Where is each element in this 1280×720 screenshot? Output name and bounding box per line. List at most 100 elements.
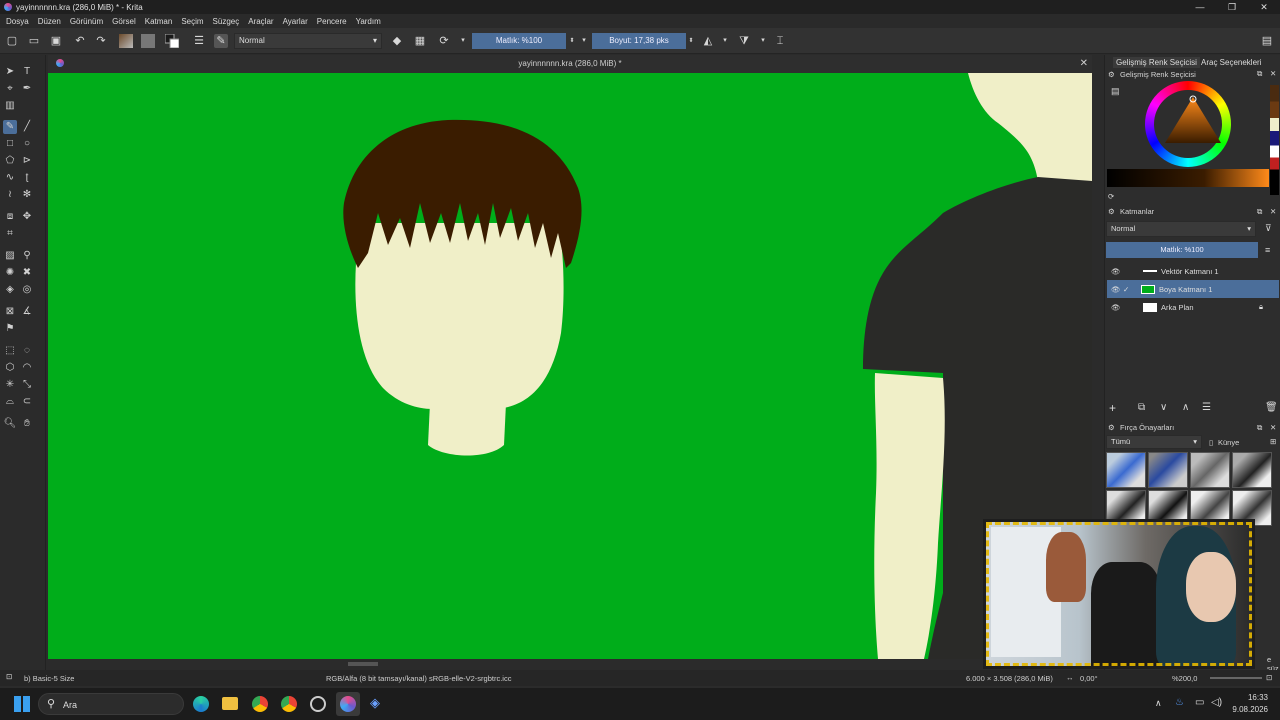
redo-icon[interactable]: ↷ <box>94 34 108 48</box>
smart-patch-icon[interactable]: ✖ <box>20 266 34 280</box>
polyline-tool-icon[interactable]: ⊳ <box>20 154 34 168</box>
close-window-button[interactable]: ✕ <box>1248 0 1280 14</box>
workspace-icon[interactable]: ▤ <box>1260 34 1274 48</box>
freehand-select-icon[interactable]: ◠ <box>20 361 34 375</box>
enclose-fill-icon[interactable]: ◎ <box>20 283 34 297</box>
document-tab[interactable]: yayinnnnnn.kra (286,0 MiB) * ✕ <box>48 55 1092 73</box>
scrollbar-thumb[interactable] <box>348 662 378 666</box>
freehand-path-icon[interactable]: ʈ <box>20 171 34 185</box>
edge-icon[interactable] <box>193 696 209 712</box>
taskbar-search[interactable]: ⚲ Ara <box>38 693 184 715</box>
brush-tag-label[interactable]: Künye <box>1218 438 1239 447</box>
brush-preset-tile[interactable] <box>1190 452 1230 488</box>
duplicate-layer-icon[interactable]: ⧉ <box>1138 402 1145 413</box>
volume-icon[interactable]: ◁) <box>1211 697 1222 708</box>
layer-opacity-slider[interactable]: Matlık: %100 <box>1106 242 1258 258</box>
bezier-select-icon[interactable]: ⌓ <box>3 395 17 409</box>
move-layer-up-icon[interactable]: ∧ <box>1182 402 1189 413</box>
pattern-swatch-icon[interactable] <box>141 34 155 48</box>
visibility-eye-icon[interactable]: 👁︎ <box>1111 285 1121 294</box>
chevron-down-icon[interactable]: ▾ <box>456 34 470 48</box>
layer-menu-icon[interactable]: ≡ <box>1265 245 1270 255</box>
pan-tool-icon[interactable]: ✋︎ <box>20 417 34 431</box>
fg-bg-color-icon[interactable] <box>164 33 180 49</box>
mirror-vertical-icon[interactable]: ⧩ <box>737 34 751 48</box>
brush-settings-icon[interactable]: ☰ <box>192 34 206 48</box>
add-layer-icon[interactable]: + <box>1109 401 1116 415</box>
gradient-tool-icon[interactable]: ▨ <box>3 249 17 263</box>
fit-view-icon[interactable]: ⊡ <box>1266 673 1272 682</box>
preserve-alpha-icon[interactable]: ▦ <box>413 34 427 48</box>
line-tool-icon[interactable]: ╱ <box>20 120 34 134</box>
layer-row[interactable]: 👁︎ Vektör Katmanı 1 <box>1107 262 1279 280</box>
layer-blend-mode-select[interactable]: Normal ▾ <box>1106 221 1256 237</box>
network-icon[interactable]: ▭ <box>1195 697 1204 708</box>
assistant-tool-icon[interactable]: ⊠ <box>3 305 17 319</box>
color-shade-bar[interactable] <box>1107 169 1269 187</box>
float-panel-icon[interactable]: ⧉ <box>1257 69 1262 79</box>
float-panel-icon[interactable]: ⧉ <box>1257 207 1262 217</box>
maximize-button[interactable]: ❐ <box>1216 0 1248 14</box>
bezier-tool-icon[interactable]: ∿ <box>3 171 17 185</box>
chevron-down-icon[interactable]: ▾ <box>756 34 770 48</box>
float-panel-icon[interactable]: ⧉ <box>1257 423 1262 433</box>
menu-window[interactable]: Pencere <box>317 17 347 26</box>
save-icon[interactable]: ▣ <box>49 34 63 48</box>
open-document-icon[interactable]: ▭ <box>27 34 41 48</box>
filter-icon[interactable]: ⊽ <box>1265 223 1272 234</box>
wrap-around-icon[interactable]: ⌶ <box>773 34 787 48</box>
calligraphy-icon[interactable]: ✒ <box>20 82 34 96</box>
zoom-slider[interactable] <box>1210 677 1262 679</box>
brush-preset-tile[interactable] <box>1232 452 1272 488</box>
opacity-slider[interactable]: Matlık: %100 <box>472 33 566 49</box>
dynamic-brush-icon[interactable]: ≀ <box>3 188 17 202</box>
zoom-value[interactable]: %200,0 <box>1172 674 1197 683</box>
menu-view[interactable]: Görünüm <box>70 17 103 26</box>
minimize-button[interactable]: — <box>1184 0 1216 14</box>
close-panel-icon[interactable]: ✕ <box>1270 207 1276 216</box>
freehand-brush-icon[interactable]: ✎ <box>3 120 17 134</box>
brush-preset-tile[interactable] <box>1148 452 1188 488</box>
contiguous-select-icon[interactable]: ✳ <box>3 378 17 392</box>
obs-icon[interactable] <box>310 696 326 712</box>
ellipse-select-icon[interactable]: ◌ <box>20 344 34 358</box>
view-options-icon[interactable]: ⊞ <box>1270 437 1276 446</box>
menu-settings[interactable]: Ayarlar <box>283 17 308 26</box>
fill-tool-icon[interactable]: ◈ <box>3 283 17 297</box>
mirror-horizontal-icon[interactable]: ◭ <box>701 34 715 48</box>
chrome-icon[interactable] <box>281 696 297 712</box>
measure-tool-icon[interactable]: ∡ <box>20 305 34 319</box>
rotation-value[interactable]: 0,00° <box>1080 674 1098 683</box>
brush-preset-tile[interactable] <box>1106 452 1146 488</box>
move-layer-down-icon[interactable]: ∨ <box>1160 402 1167 413</box>
menu-layer[interactable]: Katman <box>145 17 173 26</box>
file-explorer-icon[interactable] <box>222 697 238 710</box>
color-settings-icon[interactable]: ▤ <box>1111 86 1120 97</box>
transform-tool-icon[interactable]: ⧈ <box>3 210 17 224</box>
close-panel-icon[interactable]: ✕ <box>1270 69 1276 78</box>
close-document-icon[interactable]: ✕ <box>1080 55 1088 73</box>
chrome-icon[interactable] <box>252 696 268 712</box>
menu-help[interactable]: Yardım <box>356 17 381 26</box>
magnetic-select-icon[interactable]: ⊂ <box>20 395 34 409</box>
color-wheel[interactable] <box>1145 81 1231 167</box>
crop-tool-icon[interactable]: ⌗ <box>3 227 17 241</box>
color-picker-icon[interactable]: ⚲ <box>20 249 34 263</box>
lock-icon[interactable]: 🔒︎ <box>1259 302 1263 312</box>
blend-mode-select[interactable]: Normal ▾ <box>234 33 382 49</box>
tray-chevron-icon[interactable]: ∧ <box>1155 698 1162 709</box>
polygon-tool-icon[interactable]: ⬠ <box>3 154 17 168</box>
size-stepper-icon[interactable]: ⬍ <box>684 34 698 48</box>
eraser-icon[interactable]: ◆ <box>390 34 404 48</box>
refresh-icon[interactable]: ⟳ <box>1108 192 1114 201</box>
edit-shape-icon[interactable]: ⌖ <box>3 82 17 96</box>
zoom-tool-icon[interactable]: 🔍︎ <box>3 417 17 431</box>
select-shape-icon[interactable]: ➤ <box>3 65 17 79</box>
delete-layer-icon[interactable]: 🗑︎ <box>1265 402 1278 413</box>
windows-start-icon[interactable] <box>14 696 30 712</box>
menu-filter[interactable]: Süzgeç <box>213 17 240 26</box>
horizontal-scrollbar[interactable] <box>48 659 1092 669</box>
reload-preset-icon[interactable]: ⟳ <box>437 34 451 48</box>
tab-tool-options[interactable]: Araç Seçenekleri <box>1201 58 1261 67</box>
color-history-strip[interactable] <box>1270 85 1279 195</box>
